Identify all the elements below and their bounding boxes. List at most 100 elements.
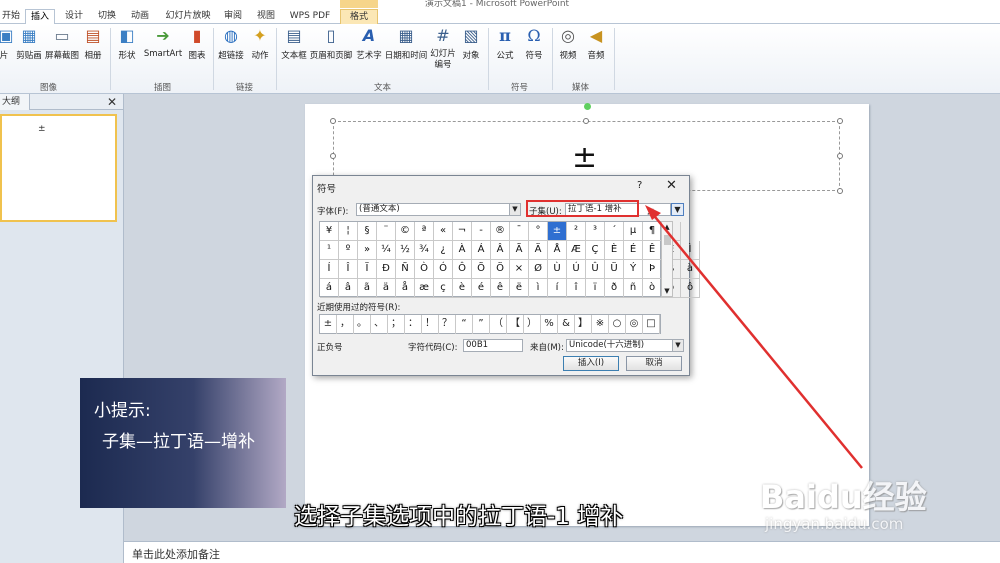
hyperlink-button[interactable]: ◍ 超链接 xyxy=(216,26,246,61)
symbol-cell[interactable]: ë xyxy=(510,279,529,298)
recent-symbol-cell[interactable]: % xyxy=(541,315,558,334)
symbol-cell[interactable]: ¦ xyxy=(339,222,358,241)
recent-symbol-cell[interactable]: ？ xyxy=(439,315,456,334)
font-select[interactable]: (普通文本) ▼ xyxy=(356,203,521,216)
recent-symbol-cell[interactable]: ※ xyxy=(592,315,609,334)
symbol-cell[interactable]: ´ xyxy=(605,222,624,241)
recent-symbol-cell[interactable]: （ xyxy=(490,315,507,334)
symbol-cell[interactable]: å xyxy=(396,279,415,298)
picture-button[interactable]: ▣ 片 xyxy=(0,26,14,61)
symbol-cell[interactable]: ± xyxy=(548,222,567,241)
tab-review[interactable]: 审阅 xyxy=(219,9,247,24)
resize-handle[interactable] xyxy=(330,118,336,124)
close-icon[interactable]: ✕ xyxy=(666,178,677,193)
recent-symbol-cell[interactable]: ） xyxy=(524,315,541,334)
symbol-cell[interactable]: î xyxy=(567,279,586,298)
symbol-cell[interactable]: ç xyxy=(434,279,453,298)
symbol-cell[interactable]: á xyxy=(320,279,339,298)
symbol-cell[interactable]: È xyxy=(605,241,624,260)
symbol-cell[interactable]: ¨ xyxy=(377,222,396,241)
symbol-cell[interactable]: ¼ xyxy=(377,241,396,260)
symbol-cell[interactable]: Ú xyxy=(567,260,586,279)
from-select[interactable]: Unicode(十六进制) ▼ xyxy=(566,339,684,352)
symbol-cell[interactable]: ¹ xyxy=(320,241,339,260)
symbol-cell[interactable]: Õ xyxy=(472,260,491,279)
symbol-cell[interactable]: ³ xyxy=(586,222,605,241)
symbol-cell[interactable]: ð xyxy=(605,279,624,298)
symbol-cell[interactable]: â xyxy=(339,279,358,298)
symbol-cell[interactable]: ñ xyxy=(624,279,643,298)
symbol-cell[interactable]: Ç xyxy=(586,241,605,260)
header-footer-button[interactable]: ▯ 页眉和页脚 xyxy=(309,26,353,61)
recent-symbol-cell[interactable]: ！ xyxy=(422,315,439,334)
symbol-cell[interactable]: ¶ xyxy=(643,222,662,241)
symbol-cell[interactable]: Ó xyxy=(434,260,453,279)
symbol-cell[interactable]: ¾ xyxy=(415,241,434,260)
recent-symbol-cell[interactable]: ○ xyxy=(609,315,626,334)
symbol-cell[interactable]: « xyxy=(434,222,453,241)
symbol-cell[interactable]: ì xyxy=(529,279,548,298)
close-icon[interactable]: ✕ xyxy=(107,95,117,109)
symbol-cell[interactable]: » xyxy=(358,241,377,260)
symbol-cell[interactable]: ° xyxy=(529,222,548,241)
recent-symbol-cell[interactable]: ” xyxy=(473,315,490,334)
symbol-cell[interactable]: ª xyxy=(415,222,434,241)
resize-handle[interactable] xyxy=(583,118,589,124)
symbol-cell[interactable]: Ã xyxy=(510,241,529,260)
rotate-handle[interactable] xyxy=(584,103,591,110)
symbol-cell[interactable]: © xyxy=(396,222,415,241)
video-button[interactable]: ◎ 视频 xyxy=(556,26,580,61)
insert-button[interactable]: 插入(I) xyxy=(563,356,619,371)
textbox-button[interactable]: ▤ 文本框 xyxy=(280,26,308,61)
scrollbar-thumb[interactable] xyxy=(664,235,671,245)
symbol-cell[interactable]: Æ xyxy=(567,241,586,260)
slide-thumbnail[interactable]: ± xyxy=(0,114,117,222)
datetime-button[interactable]: ▦ 日期和时间 xyxy=(384,26,428,61)
recent-symbol-cell[interactable]: ； xyxy=(388,315,405,334)
symbol-cell[interactable]: ä xyxy=(377,279,396,298)
resize-handle[interactable] xyxy=(837,188,843,194)
help-icon[interactable]: ? xyxy=(637,180,642,191)
symbol-cell[interactable]: ¯ xyxy=(510,222,529,241)
symbol-cell[interactable]: Ý xyxy=(624,260,643,279)
shapes-button[interactable]: ◧ 形状 xyxy=(114,26,140,61)
symbol-cell[interactable]: Å xyxy=(548,241,567,260)
symbol-cell[interactable]: è xyxy=(453,279,472,298)
cancel-button[interactable]: 取消 xyxy=(626,356,682,371)
notes-pane[interactable]: 单击此处添加备注 xyxy=(124,541,1000,563)
symbol-cell[interactable]: Ù xyxy=(548,260,567,279)
subset-dropdown-button[interactable]: ▼ xyxy=(671,203,684,216)
symbol-cell[interactable]: ® xyxy=(491,222,510,241)
symbol-cell[interactable]: ï xyxy=(586,279,605,298)
symbol-cell[interactable]: Ï xyxy=(358,260,377,279)
symbol-cell[interactable]: ¬ xyxy=(453,222,472,241)
symbol-cell[interactable]: Ò xyxy=(415,260,434,279)
recent-symbol-cell[interactable]: □ xyxy=(643,315,660,334)
symbol-grid[interactable]: ¥¦§¨©ª«¬-®¯°±²³´µ¶·¹º»¼½¾¿ÀÁÂÃÄÅÆÇÈÉÊËÌÍ… xyxy=(319,221,700,298)
symbol-cell[interactable]: ½ xyxy=(396,241,415,260)
album-button[interactable]: ▤ 相册 xyxy=(82,26,104,61)
symbol-button[interactable]: Ω 符号 xyxy=(522,26,546,61)
tab-format[interactable]: 格式 xyxy=(340,9,378,24)
symbol-cell[interactable]: Ì xyxy=(681,241,700,260)
chart-button[interactable]: ▮ 图表 xyxy=(186,26,208,61)
resize-handle[interactable] xyxy=(330,153,336,159)
symbol-cell[interactable]: Ê xyxy=(643,241,662,260)
symbol-cell[interactable]: Ü xyxy=(605,260,624,279)
symbol-cell[interactable]: Ä xyxy=(529,241,548,260)
tab-view[interactable]: 视图 xyxy=(252,9,280,24)
symbol-cell[interactable]: Þ xyxy=(643,260,662,279)
symbol-cell[interactable]: ¿ xyxy=(434,241,453,260)
recent-symbol-cell[interactable]: ± xyxy=(320,315,337,334)
tab-animations[interactable]: 动画 xyxy=(126,9,154,24)
symbol-cell[interactable]: Ð xyxy=(377,260,396,279)
symbol-cell[interactable]: ê xyxy=(491,279,510,298)
symbol-cell[interactable]: Î xyxy=(339,260,358,279)
audio-button[interactable]: ◀ 音频 xyxy=(584,26,608,61)
recent-symbol-cell[interactable]: ◎ xyxy=(626,315,643,334)
symbol-cell[interactable]: - xyxy=(472,222,491,241)
symbol-cell[interactable]: æ xyxy=(415,279,434,298)
recent-symbol-cell[interactable]: 】 xyxy=(575,315,592,334)
symbol-cell[interactable]: ¥ xyxy=(320,222,339,241)
symbol-cell[interactable]: Á xyxy=(472,241,491,260)
